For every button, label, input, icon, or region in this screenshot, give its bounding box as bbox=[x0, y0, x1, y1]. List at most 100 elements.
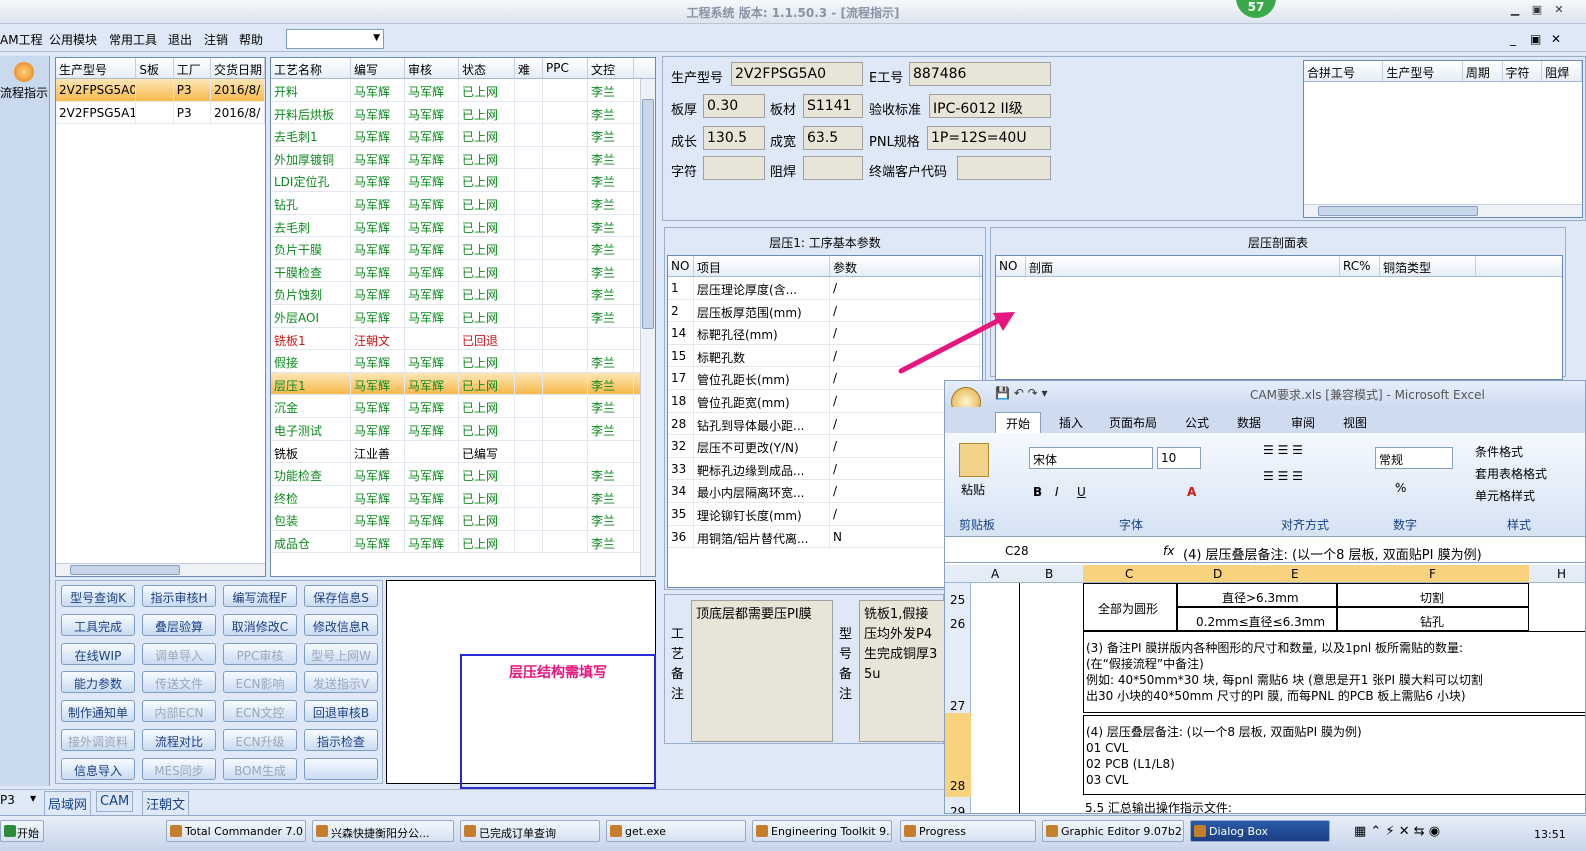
action-button[interactable]: 调单导入 bbox=[142, 642, 216, 665]
paste-icon[interactable] bbox=[959, 443, 989, 477]
table-row[interactable]: 包装 马军辉 马军辉 已上网 李兰 bbox=[271, 508, 655, 531]
minimize-button[interactable]: ▁ bbox=[1506, 3, 1524, 19]
name-box[interactable]: C28 bbox=[949, 543, 1099, 561]
mdi-restore-icon[interactable]: ▣ bbox=[1530, 32, 1541, 46]
table-row[interactable]: 去毛刺1 马军辉 马军辉 已上网 李兰 bbox=[271, 124, 655, 147]
col-doc-control[interactable]: 文控 bbox=[588, 58, 634, 78]
model-notes-field[interactable]: 铣板1,假接压均外发P4生完成铜厚35u bbox=[859, 600, 945, 742]
action-button[interactable]: 型号查询K bbox=[61, 585, 135, 607]
align-icons[interactable]: ☰ ☰ ☰ ☰ ☰ ☰ bbox=[1263, 441, 1353, 511]
standard-field[interactable]: IPC-6012 II级 bbox=[929, 94, 1051, 118]
table-row[interactable]: 33 靶标孔边缘到成品... / bbox=[668, 457, 982, 481]
table-row[interactable]: 负片干膜 马军辉 马军辉 已上网 李兰 bbox=[271, 237, 655, 260]
col-process[interactable]: 工艺名称 bbox=[271, 58, 351, 78]
horizontal-scrollbar[interactable] bbox=[1304, 204, 1582, 217]
tab-insert[interactable]: 插入 bbox=[1059, 414, 1083, 431]
col-header-c[interactable]: C bbox=[1083, 565, 1177, 582]
row-header[interactable]: 25 bbox=[950, 593, 965, 607]
cell-c28[interactable]: (4) 层压叠层备注: (以一个8 层板, 双面贴PI 膜为例) 01 CVL … bbox=[1083, 715, 1585, 795]
table-row[interactable]: LDI定位孔 马军辉 马军辉 已上网 李兰 bbox=[271, 169, 655, 192]
taskbar-item[interactable]: Dialog Box bbox=[1190, 820, 1330, 842]
col-header-h[interactable]: H bbox=[1557, 567, 1566, 581]
length-field[interactable]: 130.5 bbox=[703, 126, 765, 150]
action-button[interactable]: 回退审核B bbox=[304, 700, 378, 723]
col-header-d[interactable]: D bbox=[1177, 565, 1337, 582]
col-reviewer[interactable]: 审核 bbox=[405, 58, 459, 78]
action-button[interactable]: ECN文控 bbox=[223, 700, 297, 723]
action-button[interactable]: 编写流程F bbox=[223, 585, 297, 607]
action-button[interactable]: 信息导入 bbox=[61, 757, 135, 780]
action-button[interactable]: BOM生成 bbox=[223, 757, 297, 780]
proc-notes-field[interactable]: 顶底层都需要压PI膜 bbox=[691, 600, 833, 742]
bold-icon[interactable]: B bbox=[1033, 485, 1042, 499]
table-row[interactable]: 电子测试 马军辉 马军辉 已上网 李兰 bbox=[271, 417, 655, 441]
col-status[interactable]: 状态 bbox=[459, 58, 515, 78]
action-button[interactable]: 能力参数 bbox=[61, 671, 135, 694]
action-button[interactable] bbox=[304, 757, 378, 780]
action-button[interactable]: 接外调资料 bbox=[61, 729, 135, 751]
taskbar-item[interactable]: Graphic Editor 9.07b2 ... bbox=[1042, 820, 1184, 842]
action-button[interactable]: 内部ECN bbox=[142, 700, 216, 723]
percent-icon[interactable]: % bbox=[1395, 481, 1406, 495]
menu-exit[interactable]: 退出 bbox=[168, 31, 192, 48]
action-button[interactable]: 指示审核H bbox=[142, 585, 216, 607]
col-merge-cycle[interactable]: 周期 bbox=[1463, 61, 1503, 81]
chevron-down-icon[interactable]: ▼ bbox=[30, 794, 36, 803]
char-field[interactable] bbox=[703, 156, 765, 180]
table-row[interactable]: 36 用铜箔/铝片替代离... N bbox=[668, 525, 982, 549]
thickness-field[interactable]: 0.30 bbox=[703, 94, 765, 118]
col-sec-no[interactable]: NO bbox=[996, 256, 1026, 276]
col-header-b[interactable]: B bbox=[1045, 567, 1053, 581]
cell-f26[interactable]: 钻孔 bbox=[1337, 607, 1529, 631]
row-header[interactable]: 26 bbox=[950, 617, 965, 631]
menu-help[interactable]: 帮助 bbox=[239, 31, 263, 48]
taskbar-item[interactable]: Total Commander 7.0 ... bbox=[166, 820, 306, 842]
tab-review[interactable]: 审阅 bbox=[1291, 414, 1315, 431]
action-button[interactable]: 工具完成 bbox=[61, 613, 135, 636]
mdi-close-icon[interactable]: ✕ bbox=[1551, 32, 1561, 46]
col-writer[interactable]: 编写 bbox=[351, 58, 405, 78]
font-select[interactable]: 宋体 bbox=[1029, 447, 1153, 469]
font-color-icon[interactable]: A bbox=[1187, 485, 1196, 499]
table-row[interactable]: 负片蚀刻 马军辉 马军辉 已上网 李兰 bbox=[271, 282, 655, 305]
action-button[interactable]: 指示检查 bbox=[304, 729, 378, 751]
cell-c27[interactable]: (3) 备注PI 膜拼版内各种图形的尺寸和数量, 以及1pnl 板所需贴的数量:… bbox=[1083, 631, 1585, 713]
col-ppc[interactable]: PPC bbox=[543, 58, 588, 78]
col-delivery[interactable]: 交货日期 bbox=[211, 58, 265, 78]
table-row[interactable]: 终检 马军辉 马军辉 已上网 李兰 bbox=[271, 485, 655, 509]
cell-f25[interactable]: 切割 bbox=[1337, 583, 1529, 607]
action-button[interactable]: PPC审核 bbox=[223, 642, 297, 665]
tab-layout[interactable]: 页面布局 bbox=[1109, 414, 1157, 431]
row-header[interactable]: 27 bbox=[950, 699, 965, 713]
width-field[interactable]: 63.5 bbox=[803, 126, 863, 150]
mask-field[interactable] bbox=[803, 156, 863, 180]
table-row[interactable]: 成品仓 马军辉 马军辉 已上网 李兰 bbox=[271, 530, 655, 554]
menu-logout[interactable]: 注销 bbox=[204, 31, 228, 48]
pnl-field[interactable]: 1P=12S=40U bbox=[927, 126, 1051, 150]
action-button[interactable]: 保存信息S bbox=[304, 585, 378, 607]
row-header[interactable]: 29 bbox=[950, 805, 965, 813]
col-factory[interactable]: 工厂 bbox=[174, 58, 212, 78]
col-merge-mask[interactable]: 阻焊 bbox=[1542, 61, 1582, 81]
col-param[interactable]: 参数 bbox=[830, 256, 980, 276]
col-no[interactable]: NO bbox=[668, 256, 694, 276]
table-row[interactable]: 2V2FPSG5A0 P3 2016/8/ bbox=[56, 79, 265, 102]
col-sboard[interactable]: S板 bbox=[136, 58, 174, 78]
action-button[interactable]: 传送文件 bbox=[142, 671, 216, 694]
paste-label[interactable]: 粘贴 bbox=[961, 481, 985, 498]
tab-view[interactable]: 视图 bbox=[1343, 414, 1367, 431]
col-model[interactable]: 生产型号 bbox=[56, 58, 137, 78]
font-size-select[interactable]: 10 bbox=[1157, 447, 1201, 469]
close-button[interactable]: ✕ bbox=[1550, 3, 1568, 19]
underline-icon[interactable]: U bbox=[1077, 485, 1086, 499]
material-field[interactable]: S1141 bbox=[803, 94, 863, 118]
col-header-f[interactable]: F bbox=[1337, 565, 1529, 582]
table-row[interactable]: 假接 马军辉 马军辉 已上网 李兰 bbox=[271, 350, 655, 373]
col-merge-char[interactable]: 字符 bbox=[1503, 61, 1543, 81]
formula-input[interactable]: (4) 层压叠层备注: (以一个8 层板, 双面贴PI 膜为例) bbox=[1183, 544, 1482, 563]
table-row[interactable]: 去毛刺 马军辉 马军辉 已上网 李兰 bbox=[271, 214, 655, 238]
taskbar-item[interactable]: 兴森快捷衡阳分公... bbox=[312, 820, 454, 842]
table-row[interactable]: 开料 马军辉 马军辉 已上网 李兰 bbox=[271, 79, 655, 102]
table-format-button[interactable]: 套用表格格式 bbox=[1475, 465, 1547, 482]
col-difficulty[interactable]: 难 bbox=[515, 58, 543, 78]
